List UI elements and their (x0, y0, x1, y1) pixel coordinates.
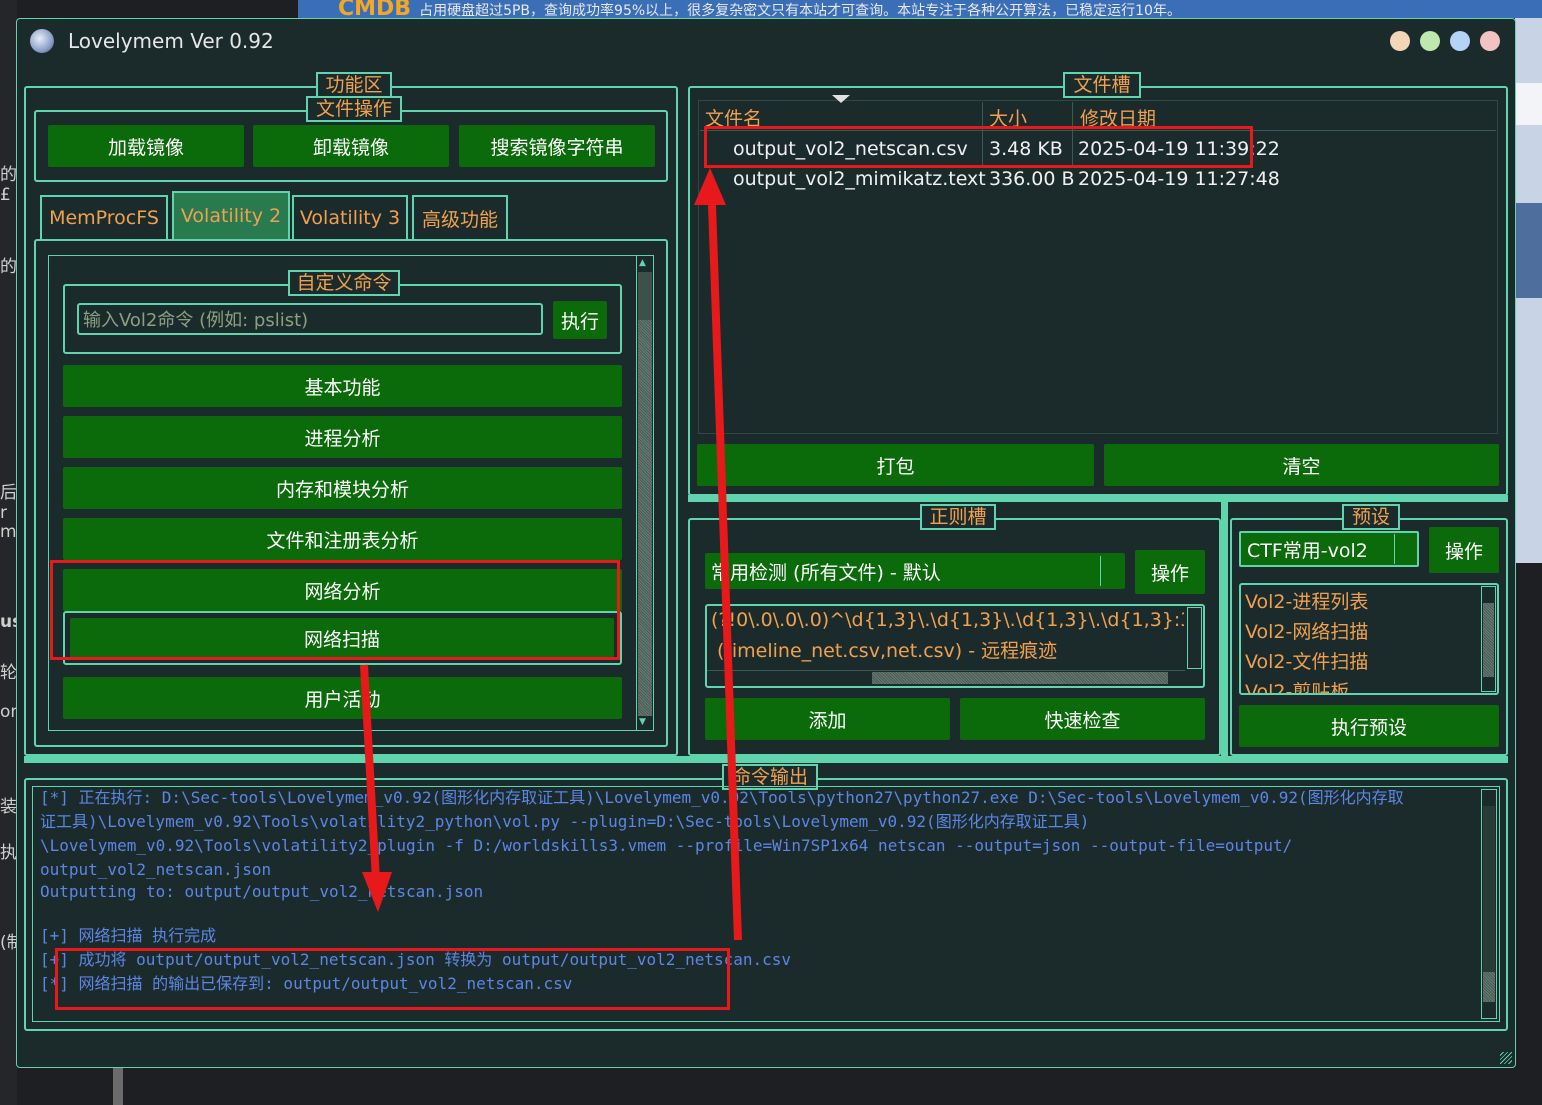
annotation-arrow-up-head (694, 168, 726, 205)
annotation-arrow-down (360, 664, 380, 881)
annotation-arrow-down-head (362, 872, 392, 912)
annotation-arrows (360, 168, 742, 941)
annotation-arrow-up (708, 204, 742, 941)
